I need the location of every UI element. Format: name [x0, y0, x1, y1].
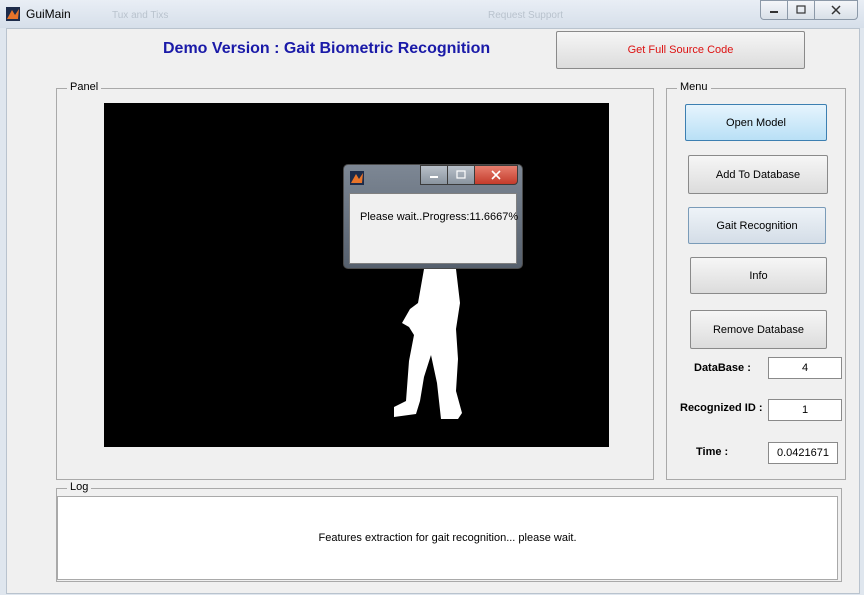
dialog-body: Please wait..Progress:11.6667%	[349, 193, 519, 264]
add-to-database-button[interactable]: Add To Database	[688, 155, 828, 194]
progress-message: Please wait..Progress:11.6667%	[360, 211, 519, 223]
window-controls	[760, 0, 858, 20]
matlab-icon	[6, 7, 20, 21]
maximize-button[interactable]	[787, 0, 815, 20]
panel-legend: Panel	[67, 81, 102, 93]
info-button[interactable]: Info	[690, 257, 827, 294]
log-legend: Log	[67, 481, 92, 493]
gait-recognition-button[interactable]: Gait Recognition	[688, 207, 826, 244]
minimize-icon	[770, 11, 778, 13]
database-field[interactable]: 4	[768, 357, 842, 379]
time-label: Time :	[696, 446, 729, 458]
dialog-window-controls	[420, 165, 518, 185]
log-message: Features extraction for gait recognition…	[318, 532, 577, 544]
log-box: Features extraction for gait recognition…	[57, 496, 838, 580]
maximize-icon	[456, 170, 466, 179]
close-icon	[491, 170, 501, 180]
silhouette-image	[394, 269, 462, 419]
database-label: DataBase :	[694, 362, 751, 374]
progress-dialog: Please wait..Progress:11.6667%	[343, 164, 523, 269]
dialog-close-button[interactable]	[474, 165, 518, 185]
recognized-id-label: Recognized ID :	[680, 402, 763, 414]
matlab-icon	[350, 171, 364, 185]
time-field[interactable]: 0.0421671	[768, 442, 838, 464]
dialog-minimize-button[interactable]	[420, 165, 448, 185]
ghost-toolbar-item: Tux and Tixs	[112, 10, 169, 21]
close-icon	[831, 5, 841, 15]
maximize-icon	[796, 5, 806, 14]
minimize-button[interactable]	[760, 0, 788, 20]
ghost-toolbar-item: Request Support	[488, 10, 564, 21]
dialog-maximize-button[interactable]	[447, 165, 475, 185]
title-bar: GuiMain Tux and Tixs Request Support	[0, 0, 864, 28]
walker-silhouette	[394, 269, 462, 419]
window-title: GuiMain	[26, 7, 71, 21]
recognized-id-field[interactable]: 1	[768, 399, 842, 421]
get-source-code-button[interactable]: Get Full Source Code	[556, 31, 805, 69]
open-model-button[interactable]: Open Model	[685, 104, 827, 141]
close-button[interactable]	[814, 0, 858, 20]
remove-database-button[interactable]: Remove Database	[690, 310, 827, 349]
page-title: Demo Version : Gait Biometric Recognitio…	[163, 40, 491, 57]
image-axes	[104, 103, 609, 447]
minimize-icon	[430, 176, 438, 178]
menu-legend: Menu	[677, 81, 711, 93]
